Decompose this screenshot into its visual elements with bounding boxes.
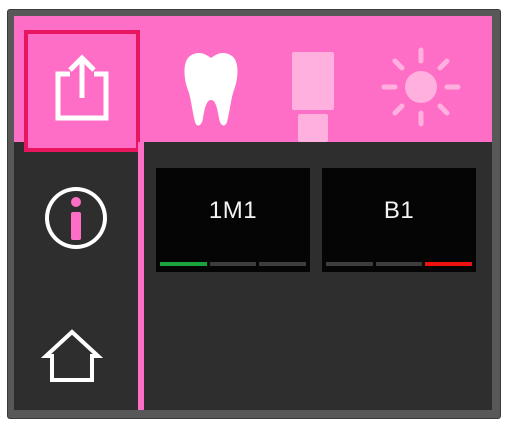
- brightness-icon[interactable]: [380, 46, 462, 128]
- share-icon: [55, 54, 109, 121]
- shade-card-left[interactable]: 1M1: [156, 168, 310, 272]
- shade-label: B1: [383, 197, 415, 224]
- shade-indicator: [160, 262, 307, 266]
- shade-tab-icon[interactable]: [290, 50, 336, 146]
- tooth-icon[interactable]: [182, 50, 240, 128]
- indicator-segment: [375, 262, 423, 266]
- indicator-segment: [425, 262, 473, 266]
- share-button[interactable]: [24, 30, 140, 152]
- home-icon[interactable]: [40, 328, 104, 384]
- shade-card-right[interactable]: B1: [322, 168, 476, 272]
- indicator-segment: [326, 262, 373, 266]
- sidebar-divider: [138, 142, 144, 410]
- info-icon[interactable]: [40, 182, 112, 254]
- shade-label: 1M1: [208, 197, 258, 224]
- indicator-segment: [160, 262, 207, 266]
- screen: 1M1 B1: [14, 16, 492, 410]
- indicator-segment: [209, 262, 257, 266]
- shade-indicator: [326, 262, 473, 266]
- indicator-segment: [259, 262, 307, 266]
